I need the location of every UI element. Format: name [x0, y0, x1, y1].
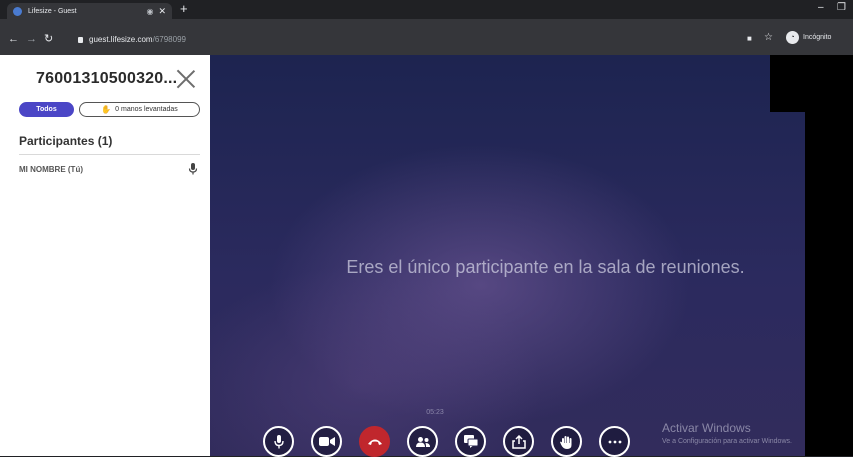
lifesize-favicon-icon	[13, 6, 22, 16]
windows-activation-title: Activar Windows	[662, 421, 751, 435]
close-panel-icon[interactable]	[174, 67, 198, 91]
participant-row[interactable]: MI NOMBRE (Tú)	[19, 163, 200, 177]
forward-arrow-icon[interactable]: →	[26, 33, 37, 45]
browser-tabstrip: Lifesize - Guest ◉ ✕ + – ❐	[0, 0, 853, 19]
minimize-button[interactable]: –	[818, 2, 824, 13]
back-arrow-icon[interactable]: ←	[8, 33, 19, 45]
more-options-button[interactable]	[599, 426, 630, 457]
empty-room-message: Eres el único participante en la sala de…	[346, 257, 745, 277]
microphone-icon	[188, 163, 198, 175]
browser-tab[interactable]: Lifesize - Guest ◉ ✕	[7, 3, 172, 19]
participants-button[interactable]	[407, 426, 438, 457]
incognito-icon: ◔	[786, 31, 799, 44]
lock-icon	[78, 36, 83, 43]
bookmark-star-icon[interactable]: ☆	[764, 32, 773, 43]
incognito-label: Incógnito	[803, 34, 832, 41]
participant-name: MI NOMBRE (Tú)	[19, 165, 83, 174]
windows-activation-subtitle: Ve a Configuración para activar Windows.	[662, 438, 792, 445]
participants-title: Participantes (1)	[19, 134, 113, 148]
raised-hands-label: 0 manos levantadas	[115, 106, 178, 113]
reload-icon[interactable]: ↻	[44, 33, 53, 45]
raise-hand-button[interactable]	[551, 426, 582, 457]
restore-button[interactable]: ❐	[837, 2, 846, 13]
raised-hand-icon: ✋	[101, 105, 112, 114]
divider	[19, 154, 200, 155]
chat-icon	[463, 435, 478, 448]
mute-button[interactable]	[263, 426, 294, 457]
right-black-strip	[805, 55, 853, 456]
url-path: /6798099	[152, 35, 186, 44]
meeting-id: 76001310500320...	[36, 70, 178, 87]
raise-hand-icon	[560, 435, 572, 449]
chat-button[interactable]	[455, 426, 486, 457]
call-controls	[263, 426, 630, 457]
browser-toolbar: ← → ↻ guest.lifesize.com /6798099 ■ ☆ ◔ …	[0, 19, 853, 55]
tab-title: Lifesize - Guest	[28, 7, 77, 15]
new-tab-button[interactable]: +	[180, 2, 188, 16]
incognito-indicator[interactable]: ◔ Incógnito	[786, 31, 831, 44]
microphone-icon	[273, 434, 284, 448]
address-bar[interactable]: guest.lifesize.com /6798099	[78, 33, 773, 46]
url-host: guest.lifesize.com	[89, 35, 153, 44]
video-stage: Eres el único participante en la sala de…	[210, 55, 805, 457]
windows-activation-watermark: Activar Windows Ve a Configuración para …	[662, 421, 792, 445]
camera-button[interactable]	[311, 426, 342, 457]
phone-hang-up-icon	[367, 439, 382, 445]
camera-indicator-icon[interactable]: ■	[747, 34, 752, 43]
filter-raised-hands-button[interactable]: ✋ 0 manos levantadas	[79, 102, 200, 117]
self-view-tile[interactable]	[770, 55, 812, 112]
participants-panel: 76001310500320... Todos ✋ 0 manos levant…	[0, 55, 210, 456]
filter-all-button[interactable]: Todos	[19, 102, 74, 117]
hang-up-button[interactable]	[359, 426, 390, 457]
call-timer: 05:23	[426, 409, 444, 416]
share-screen-button[interactable]	[503, 426, 534, 457]
more-dots-icon	[608, 440, 621, 443]
video-camera-icon	[318, 437, 335, 446]
audio-indicator-icon[interactable]: ◉	[146, 7, 153, 16]
share-icon	[511, 434, 526, 449]
people-icon	[415, 436, 430, 447]
tab-close-icon[interactable]: ✕	[158, 6, 166, 17]
